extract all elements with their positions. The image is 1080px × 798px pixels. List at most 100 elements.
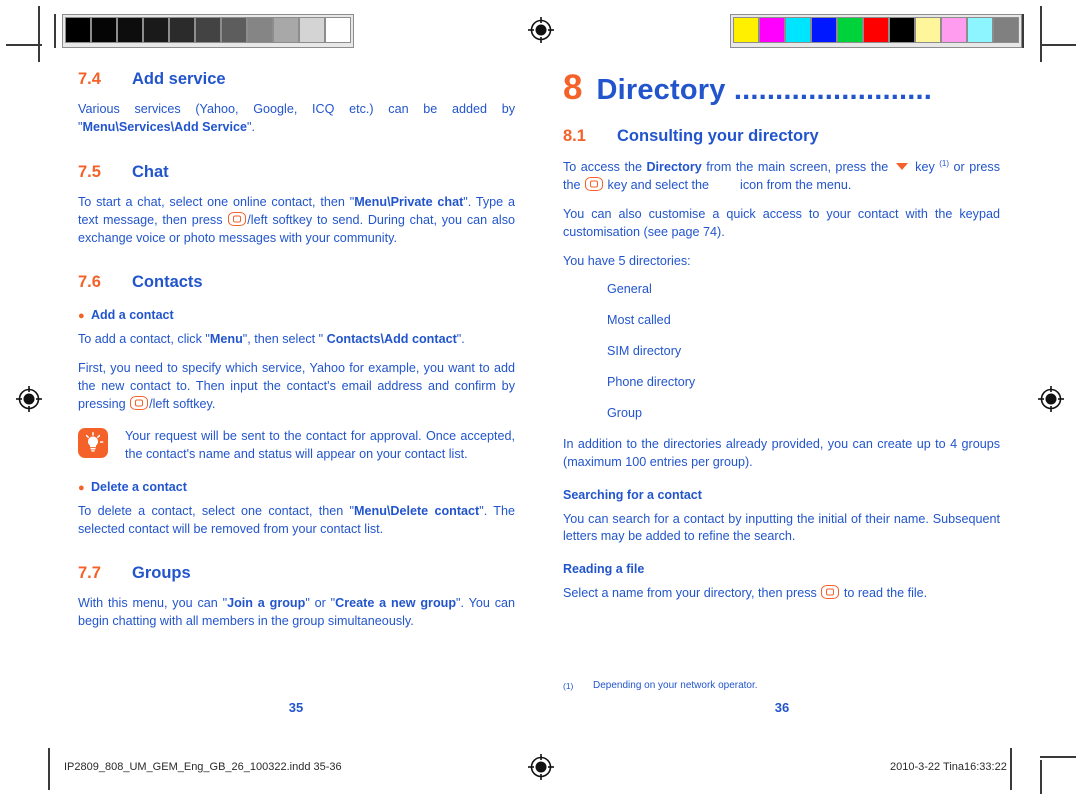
groups-text-a: With this menu, you can " <box>78 596 228 611</box>
left-page-column: 7.4 Add service Various services (Yahoo,… <box>78 70 515 642</box>
heading-7-4: 7.4 Add service <box>78 70 515 89</box>
paragraph-delete-contact: To delete a contact, select one contact,… <box>78 503 515 539</box>
add-contact-bold-menu: Menu <box>209 332 243 347</box>
color-patch-7 <box>915 17 941 43</box>
crop-mark-top-right-horizontal <box>1040 44 1076 46</box>
footnote-mark: (1) <box>563 681 574 691</box>
crop-mark-top-right-vertical <box>1040 6 1042 62</box>
paragraph-directories-intro: You have 5 directories: <box>563 253 691 268</box>
paragraph-add-contact-1: To add a contact, click "Menu", then sel… <box>78 331 515 349</box>
gray-patch-8 <box>273 17 299 43</box>
color-patch-8 <box>941 17 967 43</box>
footnote-text: Depending on your network operator. <box>593 680 758 691</box>
access-text-f: icon from the menu. <box>736 177 852 192</box>
gray-patch-10 <box>325 17 351 43</box>
add-contact-text-a: To add a contact, click " <box>78 332 210 347</box>
bullet-add-a-contact-label: Add a contact <box>91 308 174 323</box>
access-bold-directory: Directory <box>646 160 702 174</box>
list-item: Phone directory <box>607 375 696 389</box>
chapter-number: 8 <box>563 68 583 107</box>
access-text-a: To access the <box>563 160 647 174</box>
gray-patch-0 <box>65 17 91 43</box>
color-calibration-bar <box>730 14 1022 48</box>
registration-target-top-center <box>528 17 554 43</box>
chapter-heading-8: 8 Directory ........................ <box>563 70 1000 105</box>
gray-patch-9 <box>299 17 325 43</box>
tip-text: Your request will be sent to the contact… <box>125 428 515 461</box>
tip-callout: Your request will be sent to the contact… <box>78 427 515 464</box>
lightbulb-icon <box>78 427 108 458</box>
heading-7-6: 7.6 Contacts <box>78 273 515 292</box>
list-item: Group <box>607 405 643 420</box>
list-item: General <box>607 282 652 297</box>
heading-8-1: 8.1 Consulting your directory <box>563 127 1000 146</box>
paragraph-groups-note: In addition to the directories already p… <box>563 436 1000 469</box>
crop-mark-bottom-right-outer <box>1040 760 1042 794</box>
gray-patch-2 <box>117 17 143 43</box>
heading-7-7: 7.7 Groups <box>78 564 515 583</box>
color-patch-1 <box>759 17 785 43</box>
crop-mark-top-right-inner <box>1022 14 1024 48</box>
bullet-delete-a-contact-label: Delete a contact <box>91 479 187 494</box>
footnote-reference: (1) <box>939 159 950 168</box>
add-contact-text-e: /left softkey. <box>149 397 216 411</box>
chat-bold-menu-private-chat: Menu\Private chat <box>354 194 464 209</box>
registration-target-right-middle <box>1038 386 1064 412</box>
color-patch-3 <box>811 17 837 43</box>
delete-contact-text-a: To delete a contact, select one contact,… <box>78 503 354 518</box>
groups-bold-create-a-new-group: Create a new group <box>335 596 457 611</box>
paragraph-customise: You can also customise a quick access to… <box>563 206 1000 239</box>
ok-key-icon <box>585 176 604 191</box>
paragraph-add-service: Various services (Yahoo, Google, ICQ etc… <box>78 102 515 134</box>
paragraph-add-contact-2: First, you need to specify which service… <box>78 360 515 414</box>
color-patch-10 <box>993 17 1019 43</box>
heading-7-6-title: Contacts <box>132 273 203 292</box>
crop-mark-bottom-left-vertical <box>48 748 50 790</box>
heading-8-1-number: 8.1 <box>563 127 586 145</box>
registration-target-bottom-center <box>528 754 554 780</box>
ok-key-icon <box>821 585 840 600</box>
right-page-column: 8 Directory ........................ 8.1… <box>563 70 1000 614</box>
reading-text-a: Select a name from your directory, then … <box>563 586 821 601</box>
color-patch-5 <box>863 17 889 43</box>
gray-patch-3 <box>143 17 169 43</box>
paragraph-searching: You can search for a contact by inputtin… <box>563 511 1000 544</box>
bullet-dot-icon: ● <box>78 481 85 494</box>
paragraph-chat: To start a chat, select one online conta… <box>78 194 515 248</box>
gray-patch-5 <box>195 17 221 43</box>
heading-7-5-title: Chat <box>132 162 169 181</box>
page-number-left: 35 <box>288 700 304 715</box>
add-contact-text-b: ", then select " <box>242 332 327 347</box>
heading-searching-for-a-contact: Searching for a contact <box>563 487 702 502</box>
heading-7-5-number: 7.5 <box>78 162 101 181</box>
access-text-b: from the main screen, press the <box>701 160 893 174</box>
list-item: Most called <box>607 313 671 328</box>
crop-mark-top-left-vertical <box>38 6 40 62</box>
chapter-title: Directory ........................ <box>596 76 932 105</box>
chapter-title-dots: ........................ <box>733 76 933 105</box>
ok-key-icon <box>228 211 247 226</box>
ok-key-icon <box>130 396 149 410</box>
access-text-e: key and select the <box>604 177 713 192</box>
chat-text-a: To start a chat, select one online conta… <box>78 194 355 209</box>
registration-target-left-middle <box>16 386 42 412</box>
footnote-right-page: (1) Depending on your network operator. <box>563 680 1000 691</box>
crop-mark-bottom-right-horizontal <box>1040 756 1076 758</box>
heading-7-4-title: Add service <box>132 70 226 88</box>
heading-7-5: 7.5 Chat <box>78 163 515 182</box>
gray-patch-1 <box>91 17 117 43</box>
crop-mark-bottom-right-vertical <box>1010 748 1012 790</box>
crop-mark-top-left-horizontal <box>6 44 42 46</box>
down-arrow-key-icon <box>895 163 908 170</box>
gray-patch-6 <box>221 17 247 43</box>
heading-7-4-number: 7.4 <box>78 70 101 88</box>
color-patch-2 <box>785 17 811 43</box>
heading-reading-a-file: Reading a file <box>563 562 645 577</box>
page-number-right: 36 <box>774 700 790 715</box>
reading-text-b: to read the file. <box>840 586 928 601</box>
slug-timestamp: 2010-3-22 Tina16:33:22 <box>890 761 1007 773</box>
groups-bold-join-a-group: Join a group <box>227 596 306 611</box>
heading-8-1-title: Consulting your directory <box>617 127 819 145</box>
bullet-delete-a-contact: ● Delete a contact <box>78 480 515 494</box>
color-patch-9 <box>967 17 993 43</box>
